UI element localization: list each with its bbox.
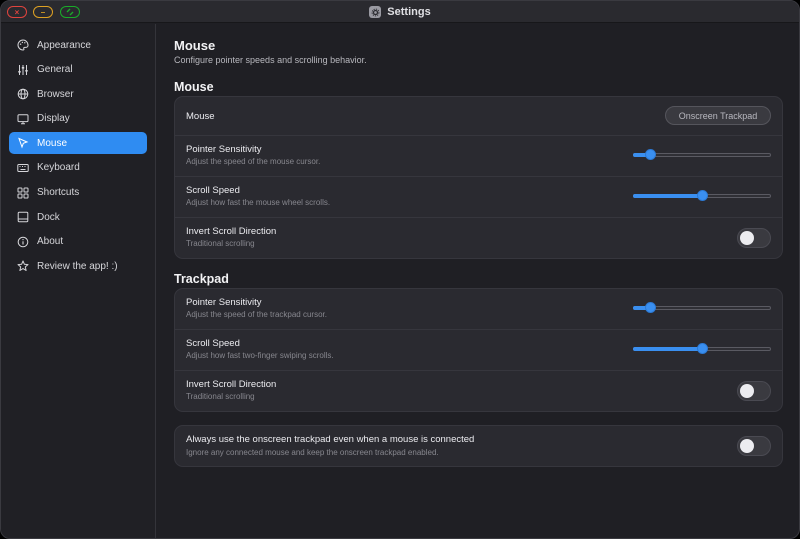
trackpad-pointer-sensitivity-row: Pointer Sensitivity Adjust the speed of … bbox=[175, 289, 782, 330]
mouse-pointer-sensitivity-slider[interactable] bbox=[633, 149, 771, 161]
slider-thumb[interactable] bbox=[696, 190, 708, 201]
star-icon bbox=[17, 260, 29, 272]
setting-label: Invert Scroll Direction bbox=[186, 226, 277, 237]
setting-label: Scroll Speed bbox=[186, 185, 240, 196]
settings-window: × – Settings Appearance General Browser … bbox=[0, 0, 800, 539]
keyboard-icon bbox=[17, 162, 29, 174]
trackpad-pointer-sensitivity-slider[interactable] bbox=[633, 302, 771, 314]
setting-label: Pointer Sensitivity bbox=[186, 297, 262, 308]
info-icon bbox=[17, 236, 29, 248]
trackpad-invert-scroll-toggle[interactable] bbox=[737, 381, 771, 401]
section-title-mouse: Mouse bbox=[174, 80, 214, 94]
trackpad-scroll-speed-slider[interactable] bbox=[633, 343, 771, 355]
toggle-knob bbox=[740, 439, 754, 453]
grid-icon bbox=[17, 187, 29, 199]
mouse-pointer-sensitivity-row: Pointer Sensitivity Adjust the speed of … bbox=[175, 136, 782, 177]
sidebar-item-label: Browser bbox=[37, 88, 74, 100]
mouse-invert-scroll-row: Invert Scroll Direction Traditional scro… bbox=[175, 218, 782, 258]
sidebar-item-about[interactable]: About bbox=[9, 231, 147, 253]
setting-label: Scroll Speed bbox=[186, 338, 240, 349]
sidebar-item-general[interactable]: General bbox=[9, 59, 147, 81]
cursor-icon bbox=[17, 137, 29, 149]
mouse-scroll-speed-slider[interactable] bbox=[633, 190, 771, 202]
always-onscreen-trackpad-toggle[interactable] bbox=[737, 436, 771, 456]
sidebar-item-mouse[interactable]: Mouse bbox=[9, 132, 147, 155]
sliders-icon bbox=[17, 64, 29, 76]
sidebar-item-label: Display bbox=[37, 113, 70, 125]
setting-label: Always use the onscreen trackpad even wh… bbox=[186, 434, 475, 445]
setting-description: Adjust the speed of the mouse cursor. bbox=[186, 157, 321, 166]
setting-description: Adjust the speed of the trackpad cursor. bbox=[186, 310, 327, 319]
sidebar-item-label: Review the app! :) bbox=[37, 260, 118, 272]
onscreen-trackpad-button[interactable]: Onscreen Trackpad bbox=[665, 106, 771, 125]
setting-description: Traditional scrolling bbox=[186, 239, 255, 248]
sidebar-item-label: Shortcuts bbox=[37, 187, 80, 199]
mouse-scroll-speed-row: Scroll Speed Adjust how fast the mouse w… bbox=[175, 177, 782, 218]
sidebar-item-label: Dock bbox=[37, 211, 60, 223]
sidebar-item-display[interactable]: Display bbox=[9, 108, 147, 130]
sidebar-item-shortcuts[interactable]: Shortcuts bbox=[9, 182, 147, 204]
setting-description: Traditional scrolling bbox=[186, 392, 255, 401]
sidebar-item-review[interactable]: Review the app! :) bbox=[9, 255, 147, 277]
sidebar-item-dock[interactable]: Dock bbox=[9, 206, 147, 228]
trackpad-scroll-speed-row: Scroll Speed Adjust how fast two-finger … bbox=[175, 330, 782, 371]
mouse-device-label: Mouse bbox=[186, 111, 215, 122]
section-title-trackpad: Trackpad bbox=[174, 272, 229, 286]
title-bar: × – Settings bbox=[1, 1, 799, 23]
sidebar-item-appearance[interactable]: Appearance bbox=[9, 34, 147, 56]
setting-description: Adjust how fast the mouse wheel scrolls. bbox=[186, 198, 331, 207]
slider-fill bbox=[633, 194, 702, 198]
slider-thumb[interactable] bbox=[645, 302, 657, 313]
trackpad-settings-card: Pointer Sensitivity Adjust the speed of … bbox=[174, 288, 783, 412]
toggle-knob bbox=[740, 231, 754, 245]
setting-label: Invert Scroll Direction bbox=[186, 379, 277, 390]
palette-icon bbox=[17, 39, 29, 51]
trackpad-invert-scroll-row: Invert Scroll Direction Traditional scro… bbox=[175, 371, 782, 411]
mouse-invert-scroll-toggle[interactable] bbox=[737, 228, 771, 248]
sidebar-item-keyboard[interactable]: Keyboard bbox=[9, 157, 147, 179]
mouse-settings-card: Mouse Onscreen Trackpad Pointer Sensitiv… bbox=[174, 96, 783, 259]
sidebar: Appearance General Browser Display Mouse… bbox=[1, 24, 156, 538]
sidebar-item-label: Keyboard bbox=[37, 162, 80, 174]
page-title: Mouse bbox=[174, 38, 216, 53]
slider-thumb[interactable] bbox=[645, 149, 657, 160]
sidebar-item-label: Mouse bbox=[37, 137, 68, 149]
sidebar-item-label: About bbox=[37, 236, 64, 248]
window-title: Settings bbox=[387, 6, 431, 18]
onscreen-trackpad-card: Always use the onscreen trackpad even wh… bbox=[174, 425, 783, 467]
sidebar-item-label: Appearance bbox=[37, 39, 91, 51]
mouse-device-row: Mouse Onscreen Trackpad bbox=[175, 97, 782, 136]
slider-fill bbox=[633, 347, 702, 351]
sidebar-item-label: General bbox=[37, 64, 73, 76]
slider-thumb[interactable] bbox=[696, 343, 708, 354]
setting-label: Pointer Sensitivity bbox=[186, 144, 262, 155]
monitor-icon bbox=[17, 113, 29, 125]
dock-icon bbox=[17, 211, 29, 223]
globe-icon bbox=[17, 88, 29, 100]
sidebar-item-browser[interactable]: Browser bbox=[9, 83, 147, 105]
always-onscreen-trackpad-row: Always use the onscreen trackpad even wh… bbox=[175, 426, 782, 466]
page-subtitle: Configure pointer speeds and scrolling b… bbox=[174, 55, 367, 65]
toggle-knob bbox=[740, 384, 754, 398]
setting-description: Ignore any connected mouse and keep the … bbox=[186, 448, 439, 457]
gear-icon bbox=[369, 6, 382, 18]
setting-description: Adjust how fast two-finger swiping scrol… bbox=[186, 351, 334, 360]
